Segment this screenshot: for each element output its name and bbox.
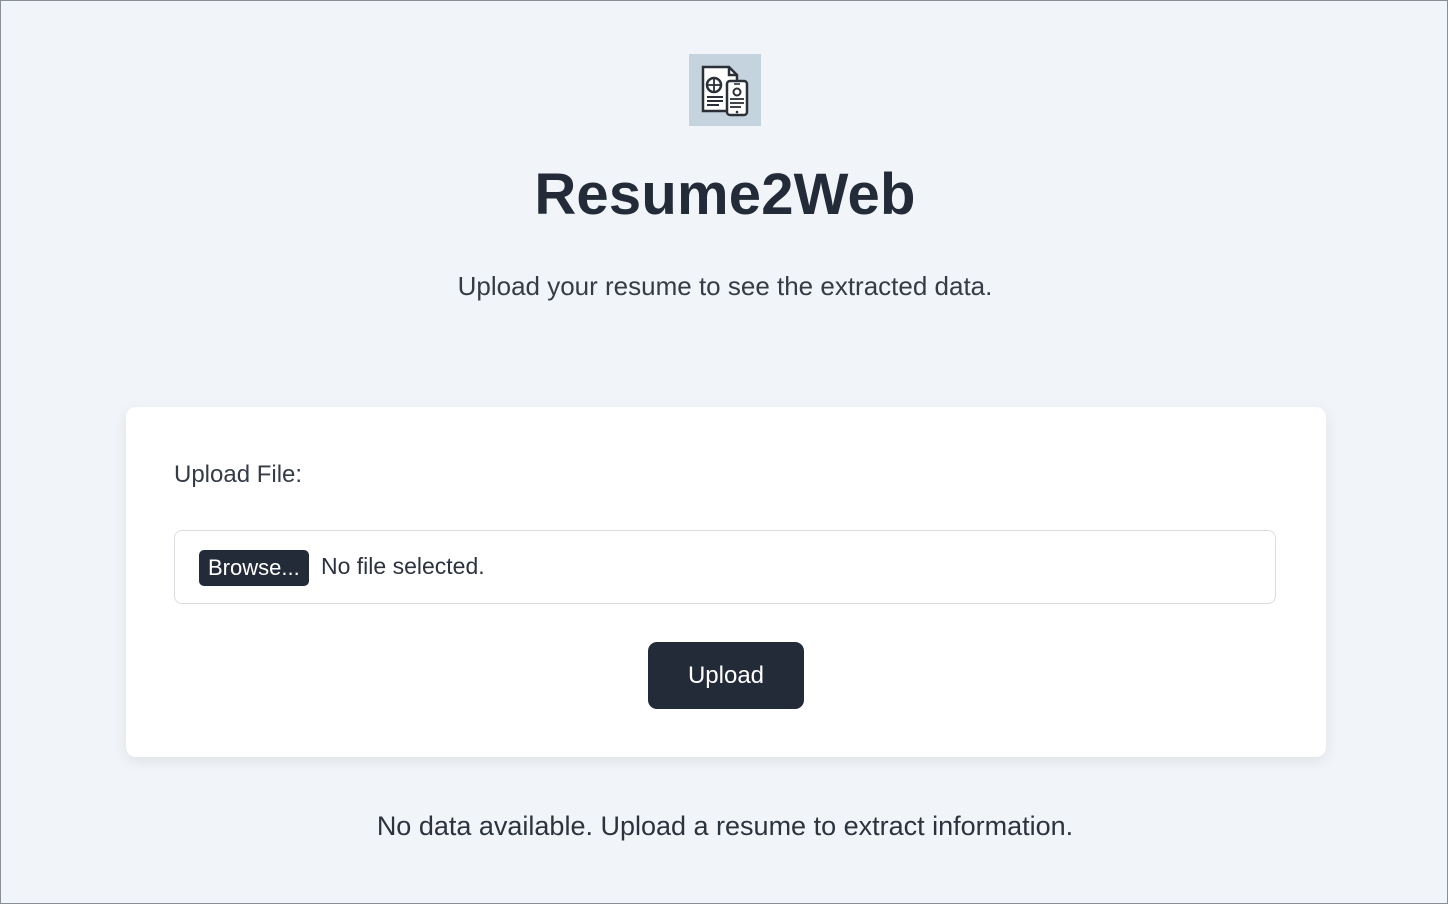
file-input[interactable]: Browse... No file selected.	[174, 530, 1276, 604]
resume-to-phone-icon	[701, 65, 749, 117]
browse-button[interactable]: Browse...	[199, 550, 309, 586]
upload-button[interactable]: Upload	[648, 642, 804, 709]
file-status-text: No file selected.	[321, 553, 485, 579]
upload-file-label: Upload File:	[174, 461, 303, 488]
page-subtitle: Upload your resume to see the extracted …	[457, 271, 993, 301]
app-logo	[689, 54, 761, 126]
page-title: Resume2Web	[534, 162, 916, 227]
empty-state-message: No data available. Upload a resume to ex…	[376, 811, 1074, 841]
upload-card: Upload File: Browse... No file selected.…	[126, 407, 1326, 757]
